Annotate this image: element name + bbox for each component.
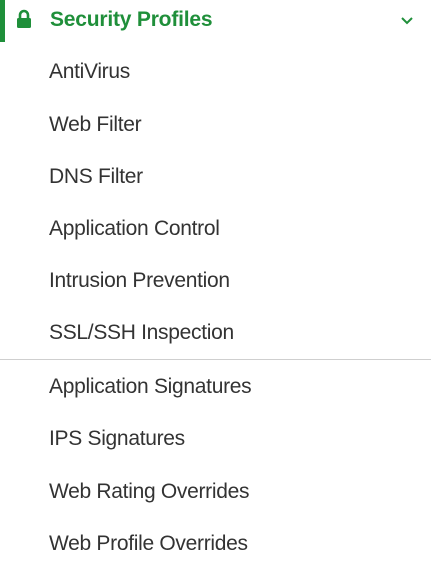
sidebar-item-intrusion-prevention[interactable]: Intrusion Prevention xyxy=(0,255,431,307)
sidebar-item-label: Web Profile Overrides xyxy=(49,532,248,555)
sidebar-item-label: AntiVirus xyxy=(49,60,130,83)
security-profiles-label: Security Profiles xyxy=(50,8,213,31)
active-indicator xyxy=(0,0,5,42)
sidebar-item-label: Application Control xyxy=(49,217,220,240)
lock-icon xyxy=(16,9,32,29)
sidebar-item-label: Web Filter xyxy=(49,113,142,136)
sidebar-item-ips-signatures[interactable]: IPS Signatures xyxy=(0,413,431,465)
menu-divider xyxy=(0,359,431,360)
sidebar-item-web-filter[interactable]: Web Filter xyxy=(0,99,431,151)
sidebar-item-web-rating-overrides[interactable]: Web Rating Overrides xyxy=(0,466,431,518)
sidebar-item-label: IPS Signatures xyxy=(49,427,185,450)
sidebar-nav: Security Profiles AntiVirus Web Filter D… xyxy=(0,0,431,570)
sidebar-item-antivirus[interactable]: AntiVirus xyxy=(0,46,431,98)
sidebar-item-ssl-ssh-inspection[interactable]: SSL/SSH Inspection xyxy=(0,307,431,359)
sidebar-item-label: Intrusion Prevention xyxy=(49,269,230,292)
sidebar-item-label: Web Rating Overrides xyxy=(49,480,250,503)
sidebar-item-label: Application Signatures xyxy=(49,375,252,398)
sidebar-item-label: DNS Filter xyxy=(49,165,143,188)
sidebar-item-label: SSL/SSH Inspection xyxy=(49,321,234,344)
chevron-down-icon[interactable] xyxy=(400,13,414,25)
sidebar-item-dns-filter[interactable]: DNS Filter xyxy=(0,151,431,203)
sidebar-item-web-profile-overrides[interactable]: Web Profile Overrides xyxy=(0,518,431,570)
sidebar-item-application-control[interactable]: Application Control xyxy=(0,203,431,255)
sidebar-item-application-signatures[interactable]: Application Signatures xyxy=(0,361,431,413)
security-profiles-header[interactable]: Security Profiles xyxy=(0,0,431,42)
